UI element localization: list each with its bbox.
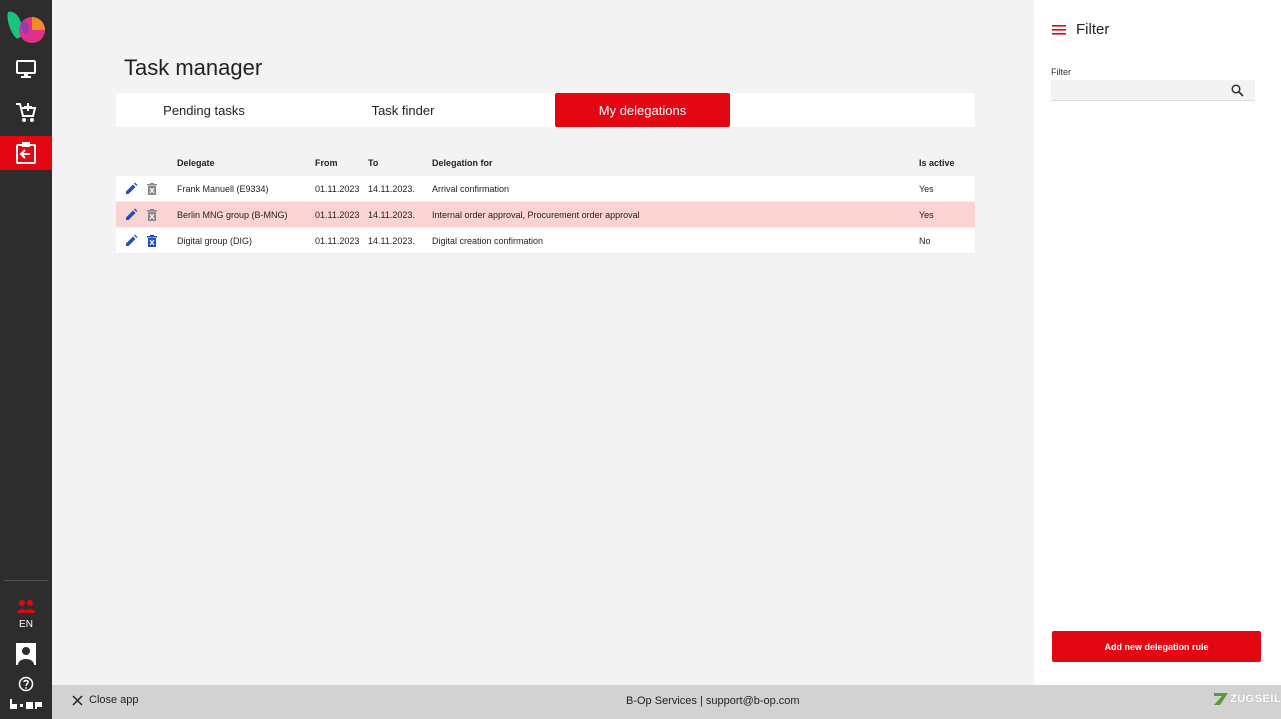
tab-bar: Pending tasks Task finder My delegations <box>116 93 975 127</box>
filter-panel: Filter Filter Add new delegation rule <box>1034 0 1281 685</box>
tab-pending-tasks[interactable]: Pending tasks <box>116 93 292 127</box>
filter-label: Filter <box>1051 67 1071 77</box>
close-app-button[interactable]: Close app <box>72 694 139 706</box>
tab-my-delegations[interactable]: My delegations <box>555 93 730 127</box>
page-title: Task manager <box>124 55 263 80</box>
edit-icon[interactable] <box>124 182 138 196</box>
sidebar-item-tasks[interactable] <box>0 136 52 170</box>
zugseil-mark-icon <box>1214 693 1228 705</box>
close-app-label: Close app <box>89 694 139 706</box>
sidebar-item-cart[interactable] <box>0 96 52 130</box>
column-header-is-active[interactable]: Is active <box>919 158 955 168</box>
monitor-icon <box>16 60 36 78</box>
add-delegation-rule-button[interactable]: Add new delegation rule <box>1052 631 1261 662</box>
app-logo-icon[interactable] <box>6 8 46 46</box>
table-row[interactable]: Berlin MNG group (B-MNG) 01.11.2023 14.1… <box>116 202 975 228</box>
cell-delegation-for: Internal order approval, Procurement ord… <box>432 210 640 220</box>
cell-delegation-for: Digital creation confirmation <box>432 236 544 246</box>
search-icon[interactable] <box>1231 84 1244 97</box>
cell-is-active: Yes <box>919 184 934 194</box>
main-content: Task manager Pending tasks Task finder M… <box>52 0 1034 685</box>
sidebar: EN <box>0 0 52 719</box>
cell-to: 14.11.2023. <box>368 184 415 194</box>
zugseil-logo: ZUGSEIL <box>1214 693 1281 705</box>
menu-icon[interactable] <box>1052 24 1066 36</box>
delete-icon[interactable] <box>145 182 159 196</box>
add-to-cart-icon <box>16 103 37 122</box>
close-icon <box>72 694 83 706</box>
cell-delegate: Berlin MNG group (B-MNG) <box>177 210 288 220</box>
sidebar-item-profile[interactable] <box>0 637 52 671</box>
cell-delegate: Frank Manuell (E9334) <box>177 184 269 194</box>
column-header-to[interactable]: To <box>368 158 378 168</box>
tab-task-finder[interactable]: Task finder <box>316 93 490 127</box>
column-header-delegation-for[interactable]: Delegation for <box>432 158 493 168</box>
cell-delegation-for: Arrival confirmation <box>432 184 510 194</box>
clipboard-arrow-icon <box>16 142 36 164</box>
cell-from: 01.11.2023 <box>315 236 360 246</box>
cell-is-active: No <box>919 236 931 246</box>
table-row[interactable]: Digital group (DIG) 01.11.2023 14.11.202… <box>116 228 975 254</box>
cell-to: 14.11.2023. <box>368 210 415 220</box>
table-row[interactable]: Frank Manuell (E9334) 01.11.2023 14.11.2… <box>116 176 975 202</box>
cell-to: 14.11.2023. <box>368 236 415 246</box>
zugseil-brand-text: ZUGSEIL <box>1230 693 1281 705</box>
cell-from: 01.11.2023 <box>315 210 360 220</box>
sidebar-item-monitor[interactable] <box>0 52 52 86</box>
language-selector[interactable]: EN <box>0 619 52 630</box>
filter-panel-title: Filter <box>1076 21 1110 38</box>
delegations-table: Delegate From To Delegation for Is activ… <box>116 150 975 254</box>
delete-icon[interactable] <box>145 208 159 222</box>
cell-is-active: Yes <box>919 210 934 220</box>
b-op-brand-logo <box>10 699 42 709</box>
sidebar-divider <box>4 580 48 581</box>
edit-icon[interactable] <box>124 208 138 222</box>
footer-support-text: B-Op Services | support@b-op.com <box>626 695 800 707</box>
help-icon <box>18 676 34 692</box>
delete-icon[interactable] <box>145 234 159 248</box>
column-header-delegate[interactable]: Delegate <box>177 158 215 168</box>
people-icon <box>17 600 35 613</box>
filter-input[interactable] <box>1051 80 1255 101</box>
sidebar-item-help[interactable] <box>0 667 52 701</box>
cell-from: 01.11.2023 <box>315 184 360 194</box>
cell-delegate: Digital group (DIG) <box>177 236 253 246</box>
footer: Close app B-Op Services | support@b-op.c… <box>52 685 1281 719</box>
table-header: Delegate From To Delegation for Is activ… <box>116 150 975 176</box>
edit-icon[interactable] <box>124 234 138 248</box>
column-header-from[interactable]: From <box>315 158 338 168</box>
avatar-icon <box>16 643 36 665</box>
